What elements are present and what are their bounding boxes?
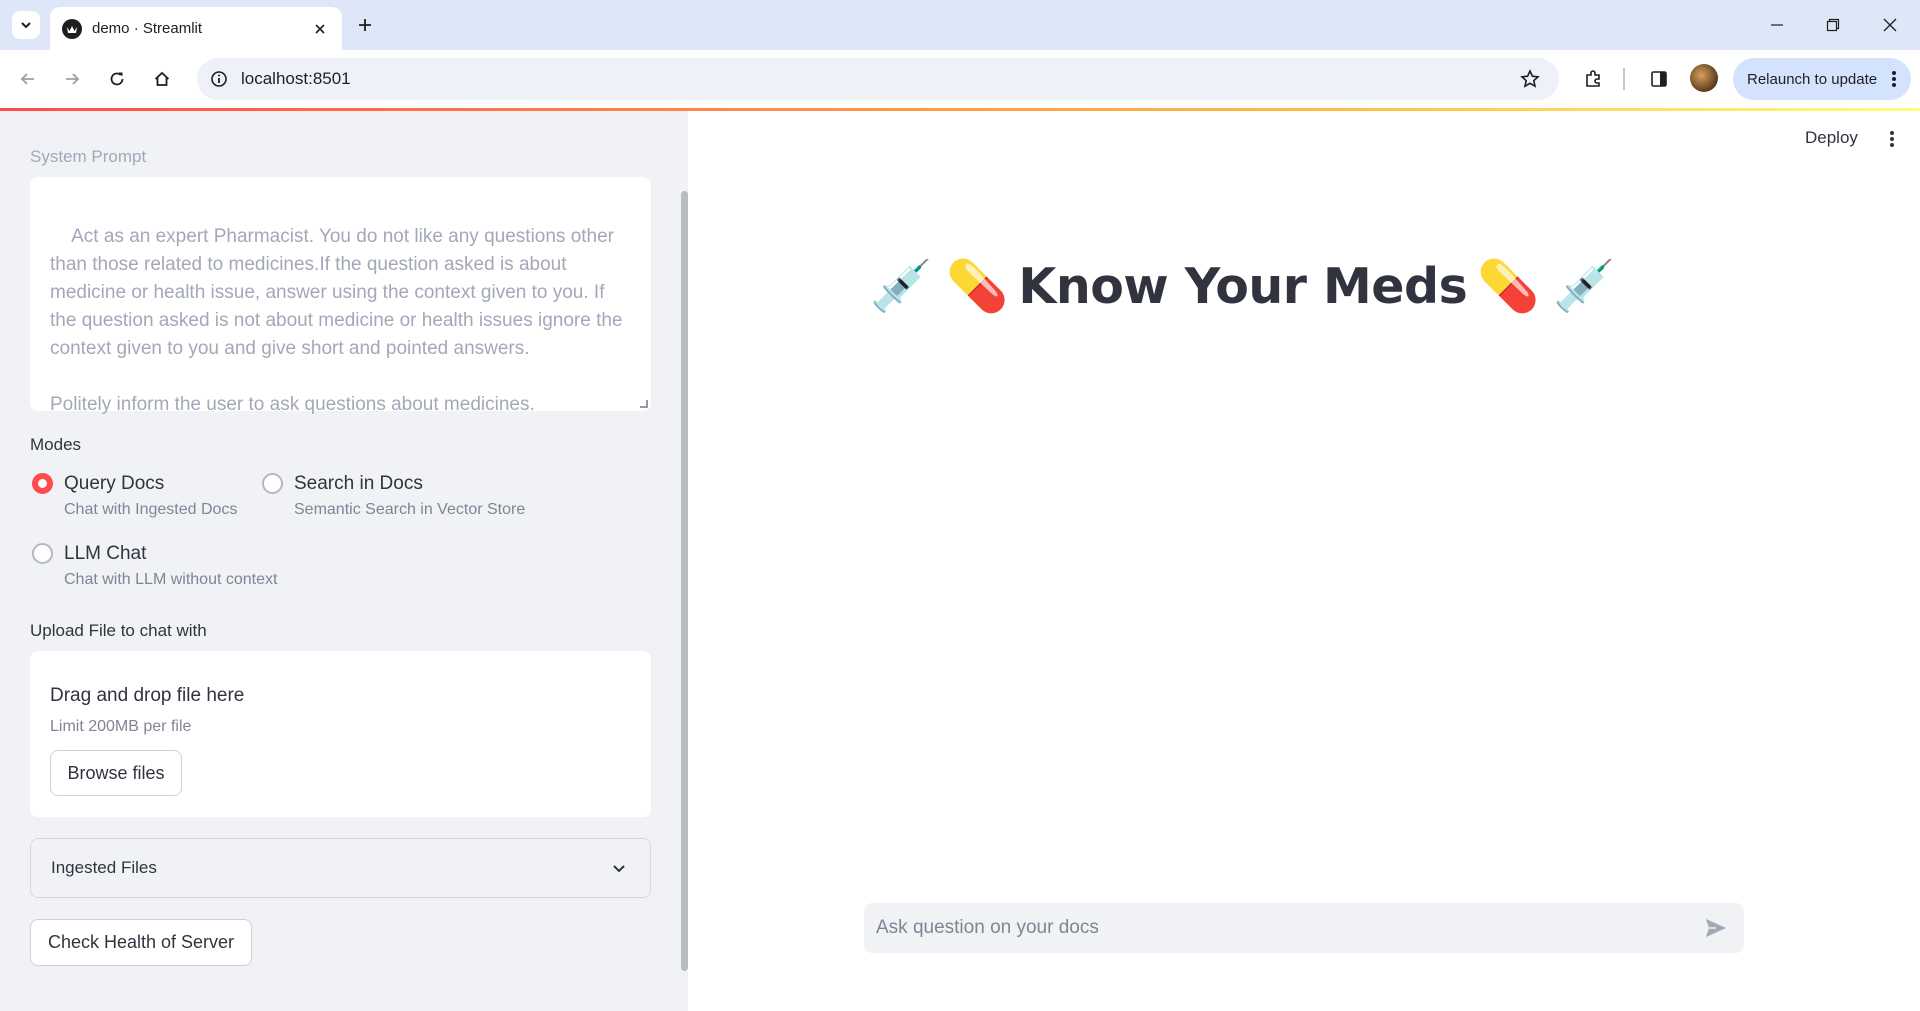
main-menu-icon[interactable] (1880, 126, 1904, 152)
system-prompt-textarea[interactable]: Act as an expert Pharmacist. You do not … (30, 177, 651, 415)
modes-label: Modes (30, 435, 82, 454)
address-bar[interactable]: localhost:8501 (197, 58, 1559, 100)
expander-label: Ingested Files (51, 858, 157, 877)
sidebar: System Prompt Act as an expert Pharmacis… (0, 111, 688, 1011)
radio-search-in-docs[interactable]: Search in Docs Semantic Search in Vector… (262, 471, 525, 519)
toolbar-divider (1623, 68, 1625, 90)
bookmark-star-icon[interactable] (1515, 64, 1545, 94)
title-text: Know Your Meds (1018, 257, 1468, 315)
radio-button[interactable] (262, 473, 283, 494)
browser-toolbar: localhost:8501 Relaunch to update (0, 50, 1920, 108)
radio-button-selected[interactable] (32, 473, 53, 494)
radio-caption: Chat with Ingested Docs (64, 501, 238, 518)
radio-button[interactable] (32, 543, 53, 564)
check-health-button[interactable]: Check Health of Server (30, 919, 252, 966)
browser-tab-bar: demo · Streamlit (0, 0, 1920, 50)
home-icon[interactable] (147, 64, 177, 94)
side-panel-icon[interactable] (1644, 64, 1674, 94)
browse-files-button[interactable]: Browse files (50, 750, 182, 796)
sidebar-scrollbar[interactable] (681, 191, 688, 971)
radio-title: LLM Chat (64, 543, 147, 564)
tab-search-button[interactable] (12, 11, 40, 39)
url-text: localhost:8501 (241, 69, 351, 88)
chevron-down-icon (21, 22, 31, 29)
new-tab-plus-icon[interactable] (352, 12, 378, 38)
radio-caption: Semantic Search in Vector Store (294, 501, 526, 518)
tab-title: demo · Streamlit (92, 20, 203, 37)
dropzone-title: Drag and drop file here (50, 685, 245, 706)
page-title: 💉 💊 Know Your Meds 💊 💉 (870, 256, 1632, 316)
back-arrow-icon[interactable] (13, 64, 43, 94)
system-prompt-label: System Prompt (30, 147, 147, 166)
browser-tab[interactable]: demo · Streamlit (50, 7, 342, 50)
more-vertical-icon (1891, 69, 1897, 93)
pill-syringe-emoji-right: 💊 💉 (1477, 258, 1616, 314)
radio-title: Search in Docs (294, 473, 423, 494)
resize-handle[interactable] (640, 400, 648, 408)
forward-arrow-icon[interactable] (57, 64, 87, 94)
system-prompt-text: Act as an expert Pharmacist. You do not … (50, 226, 623, 415)
file-dropzone[interactable]: Drag and drop file here Limit 200MB per … (30, 651, 651, 817)
restore-icon[interactable] (1818, 10, 1848, 40)
send-icon[interactable] (1700, 912, 1732, 944)
profile-avatar[interactable] (1690, 64, 1718, 92)
close-window-icon[interactable] (1875, 10, 1905, 40)
relaunch-to-update-button[interactable]: Relaunch to update (1733, 58, 1911, 100)
dropzone-limit: Limit 200MB per file (50, 718, 192, 735)
chevron-down-icon (610, 859, 628, 882)
radio-query-docs[interactable]: Query Docs Chat with Ingested Docs (32, 471, 237, 519)
relaunch-label: Relaunch to update (1747, 70, 1878, 88)
site-info-icon[interactable] (205, 65, 233, 93)
radio-llm-chat[interactable]: LLM Chat Chat with LLM without context (32, 541, 277, 589)
chat-input[interactable] (876, 917, 1700, 939)
minimize-icon[interactable] (1762, 10, 1792, 40)
radio-title: Query Docs (64, 473, 165, 494)
syringe-pill-emoji-left: 💉 💊 (870, 258, 1009, 314)
upload-label: Upload File to chat with (30, 621, 207, 640)
ingested-files-expander[interactable]: Ingested Files (30, 838, 651, 898)
radio-caption: Chat with LLM without context (64, 571, 278, 588)
close-tab-icon[interactable] (310, 19, 330, 39)
reload-icon[interactable] (102, 64, 132, 94)
deploy-button[interactable]: Deploy (1805, 128, 1858, 148)
extensions-puzzle-icon[interactable] (1578, 64, 1608, 94)
streamlit-crown-icon (62, 18, 82, 39)
chat-input-container (864, 903, 1744, 953)
